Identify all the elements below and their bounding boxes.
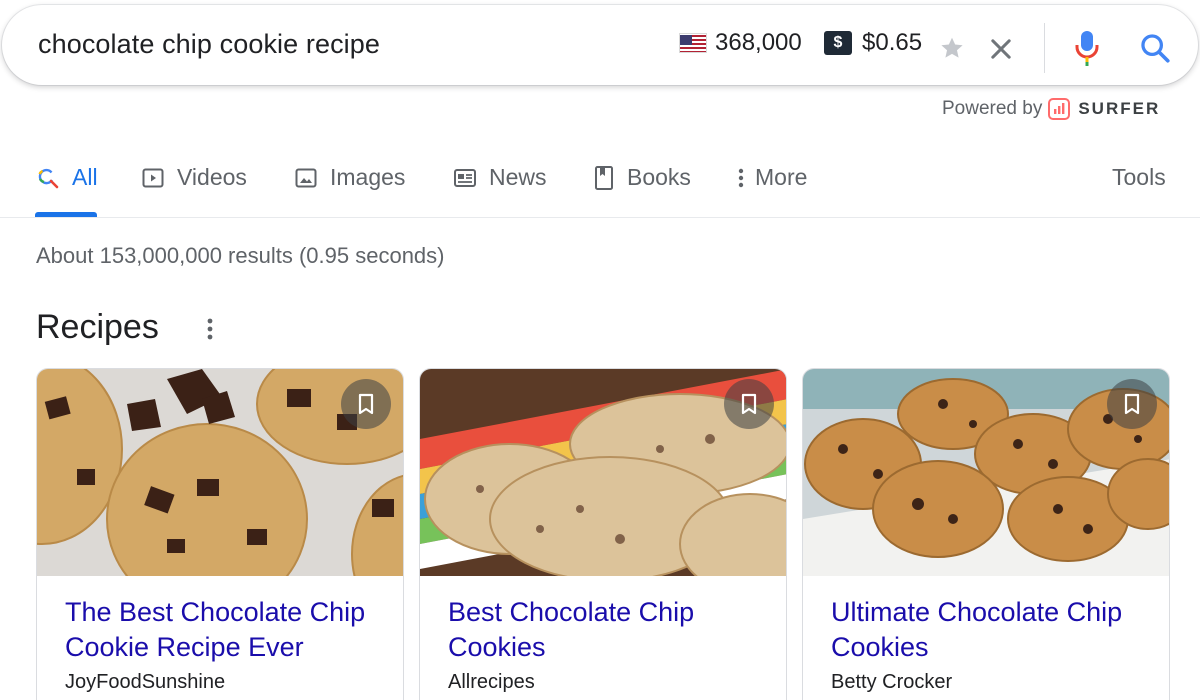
tab-label: Videos [177,164,247,190]
recipe-source: Allrecipes [448,671,535,693]
dollar-icon: $ [824,31,852,55]
bookmark-icon[interactable] [341,379,391,429]
tab-label: All [72,164,98,190]
tab-news[interactable]: News [453,164,547,191]
more-vert-icon [735,166,747,190]
bookmark-icon[interactable] [1107,379,1157,429]
image-icon [294,166,318,190]
recipe-image[interactable] [803,369,1169,576]
surfer-logo-icon [1048,98,1071,120]
tab-label: Books [627,164,691,190]
us-flag-icon [679,33,707,53]
more-vert-icon[interactable] [200,316,220,347]
recipe-title-link[interactable]: Ultimate Chocolate Chip Cookies [831,595,1161,665]
tab-label: More [755,164,808,190]
search-bar[interactable]: chocolate chip cookie recipe 368,000 $ $… [2,5,1198,85]
mic-icon[interactable] [1073,29,1101,72]
tab-label: News [489,164,547,190]
recipe-image[interactable] [420,369,786,576]
powered-by-label: Powered by [942,98,1043,119]
star-icon[interactable] [939,35,965,66]
recipe-title-link[interactable]: The Best Chocolate Chip Cookie Recipe Ev… [65,595,395,665]
tab-all[interactable]: All [36,164,98,191]
search-icon [36,166,60,190]
bookmark-icon[interactable] [724,379,774,429]
book-icon [593,165,615,191]
tab-images[interactable]: Images [294,164,405,191]
active-tab-indicator [35,212,97,217]
surfer-brand: SURFER [1078,99,1161,118]
powered-by-surfer[interactable]: Powered by SURFER [942,98,1160,120]
tab-label: Images [330,164,406,190]
recipe-card[interactable]: Ultimate Chocolate Chip Cookies Betty Cr… [802,368,1170,700]
tab-videos[interactable]: Videos [141,164,247,191]
cpc-value: $0.65 [862,29,923,56]
result-stats: About 153,000,000 results (0.95 seconds) [36,243,445,268]
recipes-heading: Recipes [36,308,159,346]
recipe-card[interactable]: The Best Chocolate Chip Cookie Recipe Ev… [36,368,404,700]
search-volume-value: 368,000 [715,29,802,56]
search-volume: 368,000 [679,29,802,57]
search-icon[interactable] [1138,31,1172,70]
news-icon [453,166,477,190]
search-input[interactable]: chocolate chip cookie recipe [38,29,380,60]
cpc-metric: $ $0.65 [824,29,922,57]
recipe-source: JoyFoodSunshine [65,671,226,693]
video-icon [141,166,165,190]
tab-more[interactable]: More [735,164,807,191]
recipe-source: Betty Crocker [831,671,953,693]
recipe-card[interactable]: Best Chocolate Chip Cookies Allrecipes [419,368,787,700]
tools-button[interactable]: Tools [1112,164,1166,191]
recipe-image[interactable] [37,369,403,576]
tab-books[interactable]: Books [593,164,691,191]
search-bar-divider [1044,23,1045,73]
close-icon[interactable] [987,35,1015,68]
search-tabs: All Videos Images News Books More Tools [0,150,1200,218]
recipe-title-link[interactable]: Best Chocolate Chip Cookies [448,595,778,665]
